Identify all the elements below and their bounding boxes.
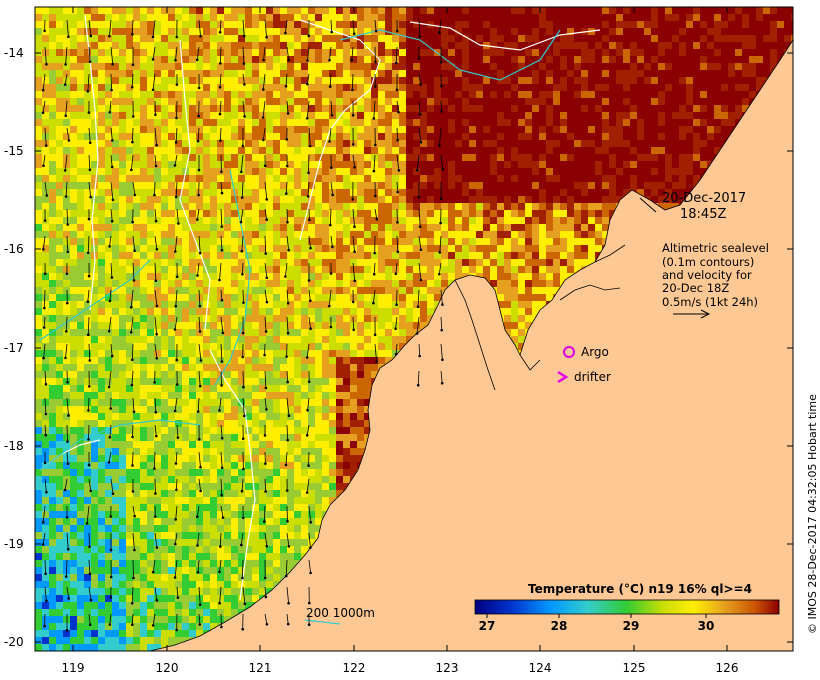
colorbar [474, 599, 780, 615]
lon-label: 122 [342, 661, 366, 675]
lon-label: 125 [622, 661, 646, 675]
lat-label: -17 [4, 341, 24, 355]
time-label: 18:45Z [680, 207, 727, 222]
lon-label: 121 [248, 661, 272, 675]
lat-label: -20 [4, 635, 24, 649]
argo-label: Argo [581, 345, 609, 359]
lat-label: -19 [4, 537, 24, 551]
colorbar-tick-label: 27 [478, 619, 496, 633]
lat-label: -14 [4, 46, 24, 60]
info-line: 0.5m/s (1kt 24h) [662, 295, 759, 309]
colorbar-tick-label: 28 [550, 619, 568, 633]
drifter-label: drifter [574, 370, 611, 384]
colorbar-tick-label: 30 [697, 619, 715, 633]
imos-credit: © IMOS 28-Dec-2017 04:32:05 Hobart time [806, 394, 819, 634]
lon-label: 126 [715, 661, 739, 675]
info-line: and velocity for [662, 268, 752, 282]
info-line: Altimetric sealevel [662, 241, 769, 255]
lon-label: 119 [61, 661, 85, 675]
sst-map [34, 6, 794, 652]
lon-label: 124 [528, 661, 552, 675]
lon-label: 123 [435, 661, 459, 675]
info-line: 20-Dec 18Z [662, 281, 730, 295]
depth-contour-label: 200 1000m [306, 606, 375, 620]
lat-label: -18 [4, 439, 24, 453]
info-line: (0.1m contours) [662, 255, 755, 269]
colorbar-tick-label: 29 [622, 619, 640, 633]
date-label: 20-Dec-2017 [662, 191, 747, 206]
lat-label: -16 [4, 242, 24, 256]
lat-label: -15 [4, 144, 24, 158]
lon-label: 120 [155, 661, 179, 675]
colorbar-title: Temperature (°C) n19 16% ql>=4 [528, 582, 752, 596]
